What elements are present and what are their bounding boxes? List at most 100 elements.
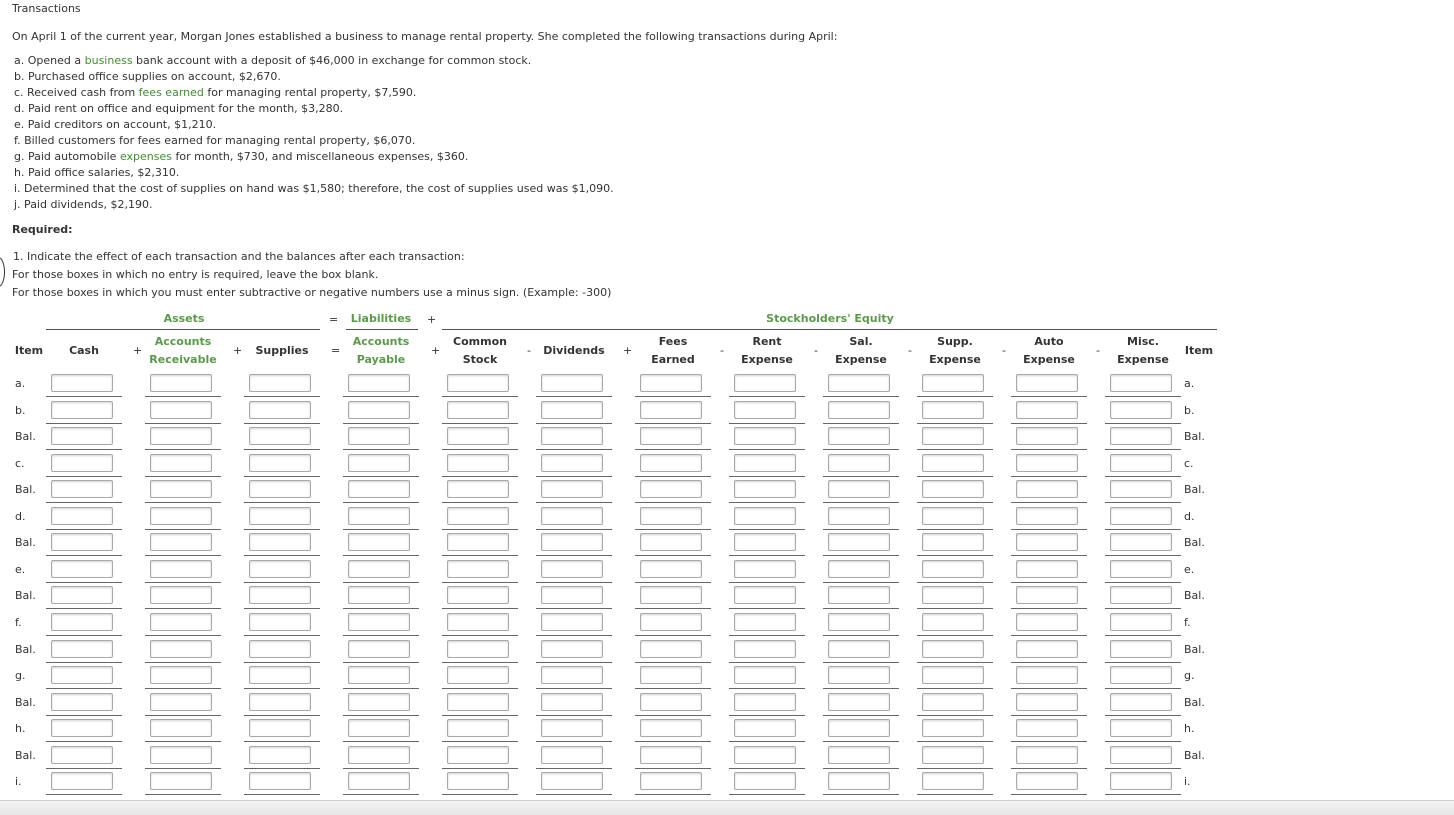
amount-input[interactable] <box>922 772 984 790</box>
amount-input[interactable] <box>734 533 796 551</box>
amount-input[interactable] <box>51 693 113 711</box>
amount-input[interactable] <box>734 401 796 419</box>
amount-input[interactable] <box>447 746 509 764</box>
amount-input[interactable] <box>922 480 984 498</box>
amount-input[interactable] <box>640 507 702 525</box>
amount-input[interactable] <box>734 454 796 472</box>
amount-input[interactable] <box>348 772 410 790</box>
amount-input[interactable] <box>249 401 311 419</box>
amount-input[interactable] <box>640 586 702 604</box>
amount-input[interactable] <box>51 427 113 445</box>
amount-input[interactable] <box>150 719 212 737</box>
amount-input[interactable] <box>828 560 890 578</box>
amount-input[interactable] <box>1110 507 1172 525</box>
amount-input[interactable] <box>1016 772 1078 790</box>
amount-input[interactable] <box>348 746 410 764</box>
amount-input[interactable] <box>348 586 410 604</box>
amount-input[interactable] <box>734 507 796 525</box>
amount-input[interactable] <box>1016 746 1078 764</box>
amount-input[interactable] <box>1110 666 1172 684</box>
amount-input[interactable] <box>447 507 509 525</box>
amount-input[interactable] <box>541 560 603 578</box>
amount-input[interactable] <box>640 772 702 790</box>
amount-input[interactable] <box>1016 454 1078 472</box>
amount-input[interactable] <box>541 533 603 551</box>
amount-input[interactable] <box>51 454 113 472</box>
amount-input[interactable] <box>1016 533 1078 551</box>
amount-input[interactable] <box>541 507 603 525</box>
amount-input[interactable] <box>541 613 603 631</box>
amount-input[interactable] <box>1016 586 1078 604</box>
amount-input[interactable] <box>828 454 890 472</box>
amount-input[interactable] <box>1016 560 1078 578</box>
amount-input[interactable] <box>922 586 984 604</box>
amount-input[interactable] <box>640 719 702 737</box>
amount-input[interactable] <box>922 454 984 472</box>
amount-input[interactable] <box>348 719 410 737</box>
amount-input[interactable] <box>150 613 212 631</box>
amount-input[interactable] <box>922 613 984 631</box>
amount-input[interactable] <box>348 401 410 419</box>
amount-input[interactable] <box>348 427 410 445</box>
amount-input[interactable] <box>541 693 603 711</box>
amount-input[interactable] <box>1016 427 1078 445</box>
amount-input[interactable] <box>640 480 702 498</box>
amount-input[interactable] <box>640 560 702 578</box>
amount-input[interactable] <box>541 586 603 604</box>
amount-input[interactable] <box>922 533 984 551</box>
amount-input[interactable] <box>150 427 212 445</box>
amount-input[interactable] <box>828 586 890 604</box>
amount-input[interactable] <box>249 586 311 604</box>
amount-input[interactable] <box>922 374 984 392</box>
amount-input[interactable] <box>51 772 113 790</box>
amount-input[interactable] <box>447 427 509 445</box>
amount-input[interactable] <box>1016 613 1078 631</box>
amount-input[interactable] <box>734 666 796 684</box>
glossary-link[interactable]: business <box>85 54 133 67</box>
amount-input[interactable] <box>922 427 984 445</box>
amount-input[interactable] <box>828 640 890 658</box>
amount-input[interactable] <box>348 560 410 578</box>
glossary-link[interactable]: fees earned <box>139 86 204 99</box>
amount-input[interactable] <box>150 586 212 604</box>
amount-input[interactable] <box>348 613 410 631</box>
amount-input[interactable] <box>249 693 311 711</box>
amount-input[interactable] <box>640 401 702 419</box>
amount-input[interactable] <box>1110 480 1172 498</box>
amount-input[interactable] <box>922 693 984 711</box>
amount-input[interactable] <box>1016 480 1078 498</box>
amount-input[interactable] <box>828 613 890 631</box>
amount-input[interactable] <box>447 480 509 498</box>
amount-input[interactable] <box>51 507 113 525</box>
amount-input[interactable] <box>1110 613 1172 631</box>
amount-input[interactable] <box>922 666 984 684</box>
amount-input[interactable] <box>541 401 603 419</box>
amount-input[interactable] <box>150 693 212 711</box>
amount-input[interactable] <box>150 533 212 551</box>
amount-input[interactable] <box>1110 560 1172 578</box>
amount-input[interactable] <box>828 666 890 684</box>
amount-input[interactable] <box>447 533 509 551</box>
amount-input[interactable] <box>447 613 509 631</box>
amount-input[interactable] <box>249 507 311 525</box>
amount-input[interactable] <box>447 401 509 419</box>
amount-input[interactable] <box>447 666 509 684</box>
amount-input[interactable] <box>734 560 796 578</box>
amount-input[interactable] <box>922 746 984 764</box>
amount-input[interactable] <box>51 640 113 658</box>
amount-input[interactable] <box>1110 374 1172 392</box>
amount-input[interactable] <box>734 427 796 445</box>
amount-input[interactable] <box>447 719 509 737</box>
amount-input[interactable] <box>1016 693 1078 711</box>
amount-input[interactable] <box>828 427 890 445</box>
amount-input[interactable] <box>348 480 410 498</box>
amount-input[interactable] <box>640 613 702 631</box>
amount-input[interactable] <box>640 374 702 392</box>
amount-input[interactable] <box>828 374 890 392</box>
amount-input[interactable] <box>1016 666 1078 684</box>
amount-input[interactable] <box>348 533 410 551</box>
amount-input[interactable] <box>1110 693 1172 711</box>
amount-input[interactable] <box>828 746 890 764</box>
amount-input[interactable] <box>640 693 702 711</box>
amount-input[interactable] <box>150 640 212 658</box>
